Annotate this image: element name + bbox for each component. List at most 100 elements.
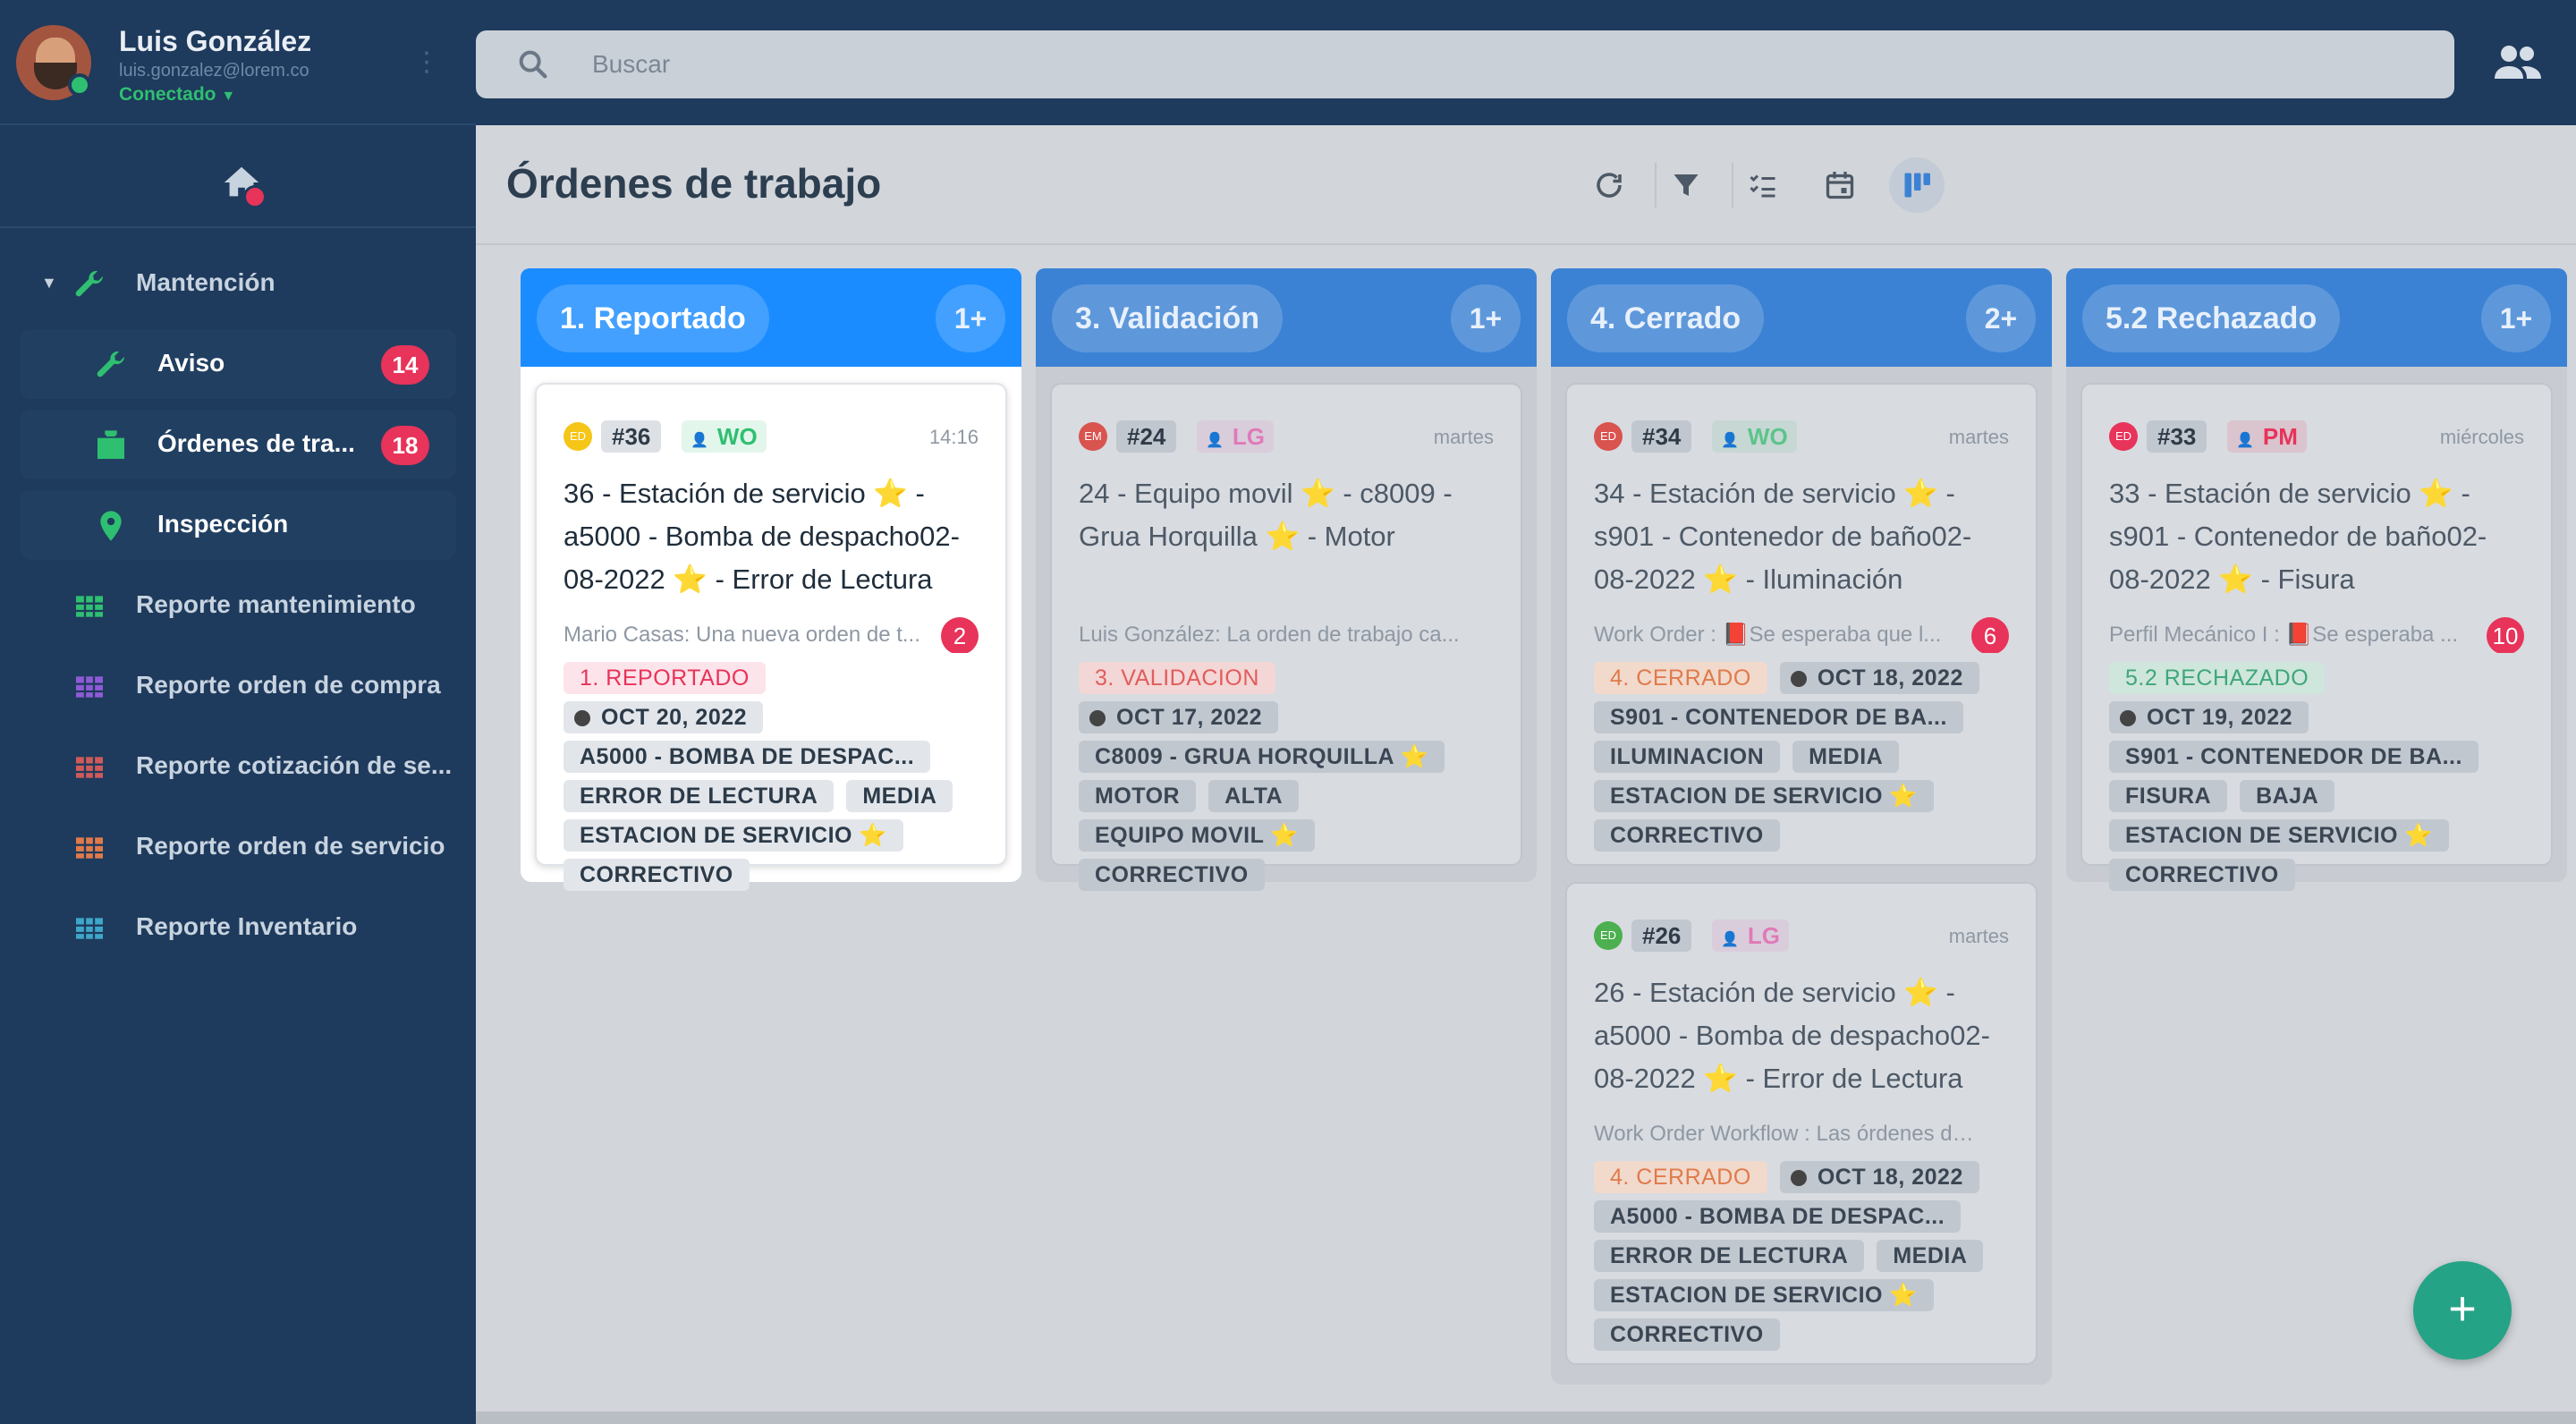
assignee-avatar: EM [1079, 422, 1107, 451]
column-count[interactable]: 1+ [936, 284, 1005, 352]
order-number: #34 [1631, 420, 1692, 453]
card-timestamp: 14:16 [928, 426, 979, 448]
user-name: Luis González [119, 25, 312, 57]
workflow-tag: 👤 LG [1712, 920, 1790, 952]
column-count[interactable]: 2+ [1966, 284, 2036, 352]
workflow-tag: 👤 WO [1712, 420, 1797, 453]
sidebar-item-5[interactable]: Reporte cotización de se... [20, 732, 456, 801]
assignee-avatar: ED [2109, 422, 2138, 451]
table-icon [72, 750, 107, 785]
horizontal-scrollbar[interactable] [476, 1411, 2576, 1424]
category-tag: A5000 - BOMBA DE DESPAC... [564, 741, 931, 773]
add-order-button[interactable]: + [2413, 1261, 2512, 1360]
user-status-dropdown[interactable]: Conectado ▼ [119, 84, 235, 106]
sidebar-section-label: Mantención [136, 268, 275, 296]
sidebar-item-7[interactable]: Reporte Inventario [20, 893, 456, 962]
order-number: #36 [601, 420, 662, 453]
sidebar-item-4[interactable]: Reporte orden de compra [20, 651, 456, 721]
people-icon[interactable] [2493, 41, 2543, 84]
date-tag: OCT 19, 2022 [2109, 701, 2309, 733]
refresh-icon [1597, 173, 1622, 198]
category-tag: S901 - CONTENEDOR DE BA... [1594, 701, 1963, 733]
work-order-card[interactable]: EM #24 👤 LG martes 24 - Equipo movil ⭐ - c800… [1050, 383, 1522, 891]
order-number: #26 [1631, 920, 1692, 952]
card-tags: 4. CERRADO OCT 18, 2022 A5000 - BOMBA DE D… [1594, 1161, 2009, 1358]
category-tag: S901 - CONTENEDOR DE BA... [2109, 741, 2479, 773]
category-tag: MEDIA [1792, 741, 1900, 773]
clock-icon [1790, 671, 1807, 687]
calendar-view-button[interactable] [1812, 157, 1868, 213]
toolbar-divider [1655, 163, 1657, 208]
last-comment-preview: Luis González: La orden de trabajo ca... [1079, 623, 1460, 647]
state-tag: 4. CERRADO [1594, 662, 1767, 694]
column-title[interactable]: 1. Reportado [537, 284, 769, 352]
date-tag: OCT 20, 2022 [564, 701, 764, 733]
state-tag: 5.2 RECHAZADO [2109, 662, 2326, 694]
category-tag: EQUIPO MOVIL ⭐ [1079, 819, 1315, 852]
sidebar-item-0[interactable]: Aviso 14 [20, 329, 456, 399]
category-tag: FISURA [2109, 780, 2228, 812]
sidebar: Luis González luis.gonzalez@lorem.co Con… [0, 0, 476, 1424]
card-tags: 4. CERRADO OCT 18, 2022 S901 - CONTENEDOR … [1594, 662, 2009, 859]
sidebar-item-3[interactable]: Reporte mantenimiento [20, 571, 456, 640]
card-timestamp: martes [1433, 426, 1494, 448]
category-tag: ESTACION DE SERVICIO ⭐ [564, 819, 904, 852]
clock-icon [574, 710, 590, 726]
assignee-avatar: ED [1594, 921, 1623, 950]
sidebar-section-mantencion[interactable]: ▼ Mantención [20, 249, 456, 318]
work-order-card[interactable]: ED #26 👤 LG martes 26 - Estación de servicio … [1565, 882, 2038, 1365]
table-icon [72, 589, 107, 624]
column-body: ED #34 👤 WO martes 34 - Estación de servicio … [1551, 367, 2052, 1385]
sidebar-item-2[interactable]: Inspección [20, 490, 456, 560]
category-tag: ILUMINACION [1594, 741, 1781, 773]
card-title: 34 - Estación de servicio ⭐ - s901 - Con… [1594, 478, 1972, 595]
category-tag: CORRECTIVO [1594, 819, 1780, 852]
column-header: 4. Cerrado 2+ [1551, 268, 2052, 367]
date-tag: OCT 18, 2022 [1779, 1161, 1979, 1193]
kanban-view-button[interactable] [1889, 157, 1945, 213]
card-timestamp: martes [1948, 925, 2009, 947]
work-order-card[interactable]: ED #36 👤 WO 14:16 36 - Estación de servicio ⭐… [535, 383, 1007, 891]
home-notification-dot [243, 185, 267, 208]
assignee-avatar: ED [1594, 422, 1623, 451]
sidebar-item-badge: 18 [381, 426, 429, 465]
location-pin-icon [93, 508, 129, 544]
category-tag: CORRECTIVO [2109, 859, 2295, 891]
category-tag: ERROR DE LECTURA [1594, 1240, 1865, 1272]
more-options-icon[interactable]: ⋮ [413, 45, 440, 81]
sidebar-item-label: Reporte Inventario [136, 912, 358, 940]
assignee-avatar: ED [564, 422, 592, 451]
home-row [0, 130, 476, 228]
person-icon: 👤 [691, 433, 708, 448]
column-title[interactable]: 4. Cerrado [1567, 284, 1765, 352]
column-count[interactable]: 1+ [2481, 284, 2551, 352]
workflow-tag: 👤 WO [682, 420, 767, 453]
user-panel: Luis González luis.gonzalez@lorem.co Con… [0, 0, 476, 125]
search-icon [519, 50, 547, 79]
category-tag: CORRECTIVO [1079, 859, 1265, 891]
comment-count-badge: 2 [941, 617, 979, 653]
refresh-button[interactable] [1581, 157, 1637, 213]
column-header: 5.2 Rechazado 1+ [2066, 268, 2567, 367]
column-title[interactable]: 3. Validación [1052, 284, 1283, 352]
filter-icon [1674, 174, 1699, 196]
last-comment-preview: Work Order Workflow : Las órdenes de... [1594, 1122, 1979, 1146]
card-title: 26 - Estación de servicio ⭐ - a5000 - Bo… [1594, 977, 1990, 1094]
sidebar-item-1[interactable]: Órdenes de tra... 18 [20, 410, 456, 479]
search-input[interactable]: Buscar [476, 30, 2454, 98]
work-order-card[interactable]: ED #34 👤 WO martes 34 - Estación de servicio … [1565, 383, 2038, 866]
category-tag: ESTACION DE SERVICIO ⭐ [1594, 780, 1935, 812]
card-timestamp: miércoles [2439, 426, 2524, 448]
state-tag: 3. VALIDACION [1079, 662, 1275, 694]
work-order-card[interactable]: ED #33 👤 PM miércoles 33 - Estación de servic… [2080, 383, 2553, 891]
column-title[interactable]: 5.2 Rechazado [2082, 284, 2341, 352]
order-number: #33 [2147, 420, 2207, 453]
list-view-button[interactable] [1735, 157, 1791, 213]
filter-button[interactable] [1658, 157, 1714, 213]
card-tags: 3. VALIDACION OCT 17, 2022 C8009 - GRUA HO… [1079, 662, 1494, 898]
last-comment-preview: Work Order : 📕Se esperaba que l... 6 [1594, 617, 2009, 653]
date-tag: OCT 18, 2022 [1779, 662, 1979, 694]
sidebar-item-label: Reporte mantenimiento [136, 590, 416, 618]
sidebar-item-6[interactable]: Reporte orden de servicio [20, 812, 456, 882]
column-count[interactable]: 1+ [1451, 284, 1521, 352]
